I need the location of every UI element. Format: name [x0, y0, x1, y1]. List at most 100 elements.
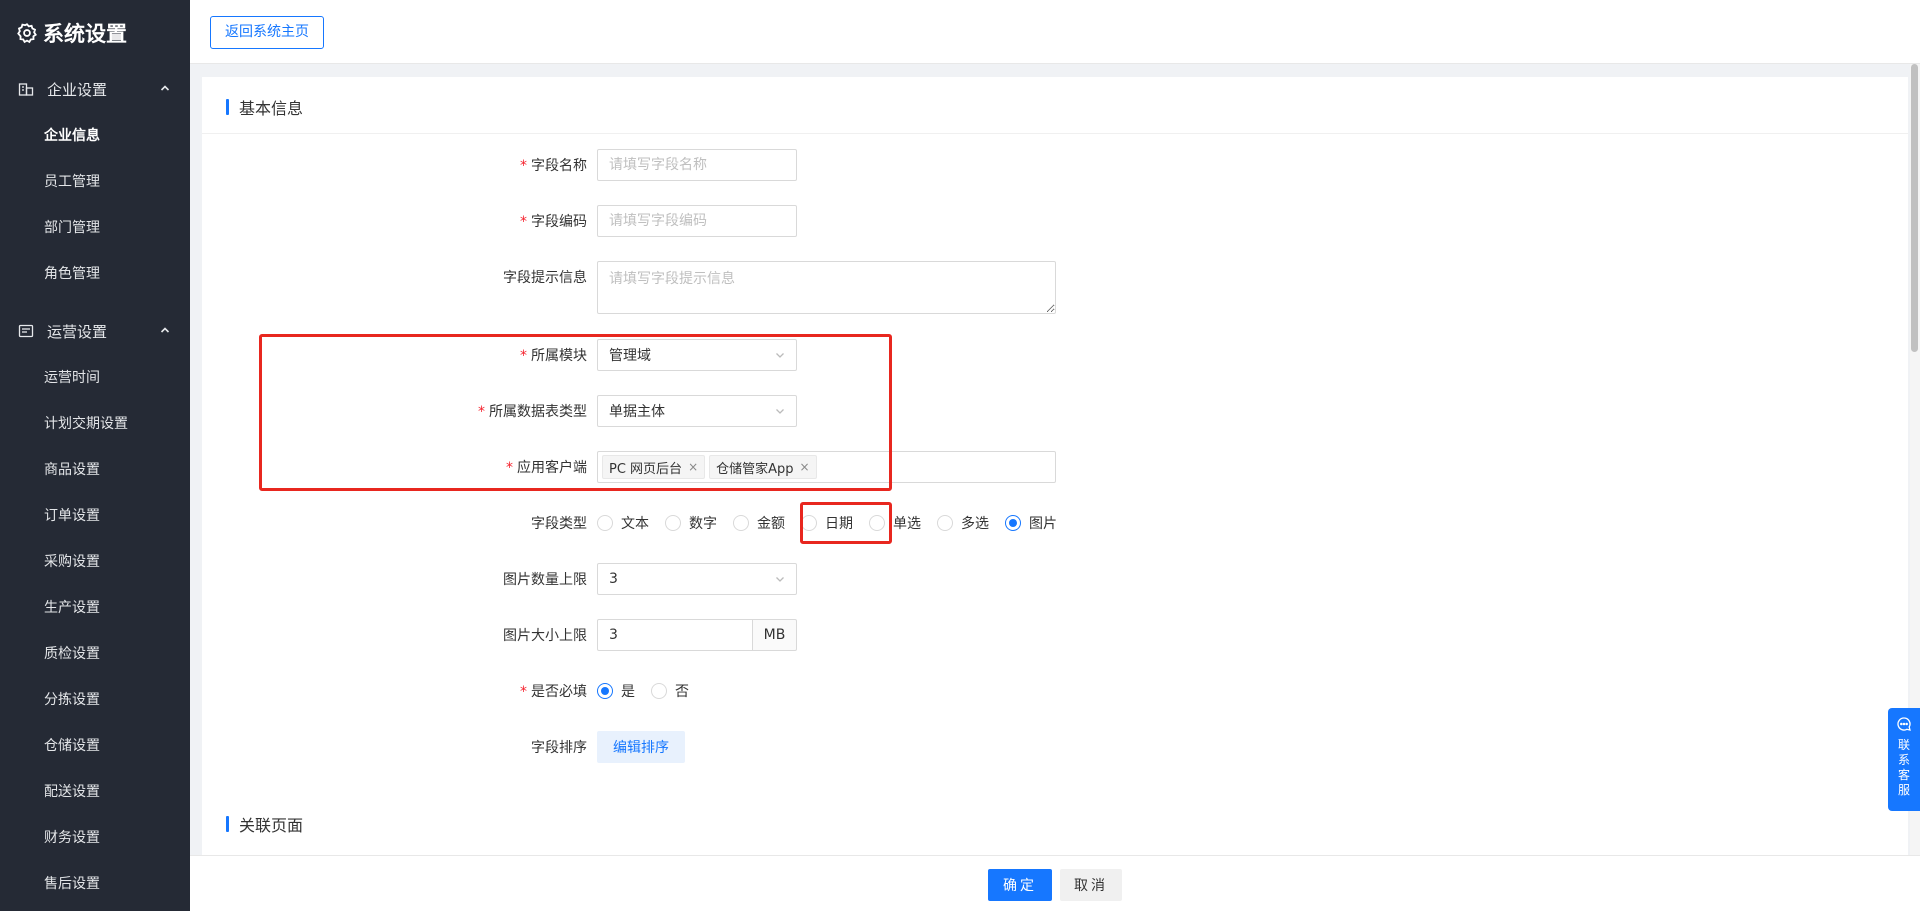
radio-dot: [869, 515, 885, 531]
field-type-label: 字段类型: [531, 516, 587, 532]
label-text: 是否必填: [531, 684, 587, 700]
sidebar-item-distribution[interactable]: 配送设置: [0, 768, 190, 814]
sidebar-item-storage[interactable]: 仓储设置: [0, 722, 190, 768]
radio-label: 文本: [621, 516, 649, 532]
section-title-related: 关联页面: [226, 814, 304, 835]
radio-dot: [733, 515, 749, 531]
radio-dot: [597, 515, 613, 531]
radio-label: 图片: [1029, 516, 1057, 532]
form-row-table-type: * 所属数据表类型 单据主体: [202, 395, 1102, 427]
section-title-text: 基本信息: [239, 99, 304, 118]
required-mark: *: [506, 460, 513, 476]
module-label: * 所属模块: [202, 345, 597, 365]
sidebar-group-operation[interactable]: 运营设置: [0, 308, 190, 354]
sidebar-item-after-sales[interactable]: 售后设置: [0, 860, 190, 906]
required-mark: *: [520, 684, 527, 700]
sidebar-group-label: 企业设置: [47, 80, 108, 99]
clients-label: * 应用客户端: [202, 457, 597, 477]
form-row-clients: * 应用客户端 PC 网页后台 × 仓储管家App ×: [202, 451, 1102, 483]
image-count-select[interactable]: 3: [597, 563, 797, 595]
field-name-input[interactable]: [597, 149, 797, 181]
field-code-input[interactable]: [597, 205, 797, 237]
cancel-button[interactable]: 取消: [1060, 869, 1122, 901]
sidebar-item-quality[interactable]: 质检设置: [0, 630, 190, 676]
module-select[interactable]: 管理域: [597, 339, 797, 371]
image-size-input[interactable]: [597, 619, 753, 651]
top-bar: 返回系统主页: [190, 0, 1920, 64]
radio-field-type-multi[interactable]: 多选: [937, 513, 989, 533]
edit-sort-button[interactable]: 编辑排序: [597, 731, 685, 763]
image-size-unit: MB: [753, 619, 797, 651]
radio-required-yes[interactable]: 是: [597, 681, 635, 701]
sidebar-item-product[interactable]: 商品设置: [0, 446, 190, 492]
sidebar-item-enterprise-info[interactable]: 企业信息: [0, 112, 190, 158]
sidebar-item-staff[interactable]: 员工管理: [0, 158, 190, 204]
sort-label: 字段排序: [531, 740, 587, 756]
field-name-label: * 字段名称: [202, 155, 597, 175]
radio-field-type-amount[interactable]: 金额: [733, 513, 785, 533]
chevron-up-icon: [160, 327, 170, 333]
required-mark: *: [520, 158, 527, 174]
image-count-value: 3: [609, 571, 618, 587]
sidebar-item-delivery-plan[interactable]: 计划交期设置: [0, 400, 190, 446]
sidebar-item-department[interactable]: 部门管理: [0, 204, 190, 250]
section-accent-bar: [226, 816, 229, 832]
required-label: * 是否必填: [202, 681, 597, 701]
radio-dot: [665, 515, 681, 531]
field-hint-label: 字段提示信息: [503, 270, 587, 286]
image-count-label: 图片数量上限: [503, 572, 587, 588]
chevron-down-icon: [776, 353, 784, 358]
customer-service-button[interactable]: 联系客服: [1888, 708, 1920, 811]
radio-field-type-image[interactable]: 图片: [1005, 513, 1057, 533]
radio-label: 多选: [961, 516, 989, 532]
field-hint-textarea[interactable]: [597, 261, 1056, 314]
radio-required-no[interactable]: 否: [651, 681, 689, 701]
required-mark: *: [520, 348, 527, 364]
radio-field-type-date[interactable]: 日期: [801, 513, 853, 533]
sidebar-item-purchase[interactable]: 采购设置: [0, 538, 190, 584]
radio-field-type-single[interactable]: 单选: [869, 513, 921, 533]
sidebar-item-production[interactable]: 生产设置: [0, 584, 190, 630]
form-row-image-size: 图片大小上限 MB: [202, 619, 1102, 651]
sidebar-item-role[interactable]: 角色管理: [0, 250, 190, 296]
customer-service-label: 联系客服: [1898, 738, 1911, 797]
sidebar-group-enterprise[interactable]: 企业设置: [0, 66, 190, 112]
sidebar-item-finance[interactable]: 财务设置: [0, 814, 190, 860]
radio-dot: [937, 515, 953, 531]
client-tag: PC 网页后台 ×: [602, 455, 706, 479]
radio-label: 是: [621, 684, 635, 700]
table-type-select[interactable]: 单据主体: [597, 395, 797, 427]
label-text: 应用客户端: [517, 460, 587, 476]
client-tag: 仓储管家App ×: [709, 455, 817, 479]
building-icon: [18, 83, 34, 96]
radio-dot-selected: [1005, 515, 1021, 531]
sidebar-item-operating-hours[interactable]: 运营时间: [0, 354, 190, 400]
radio-label: 单选: [893, 516, 921, 532]
radio-field-type-text[interactable]: 文本: [597, 513, 649, 533]
module-select-value: 管理域: [609, 348, 651, 364]
client-tag-label: PC 网页后台: [609, 461, 683, 477]
field-type-radio-group: 文本 数字 金额 日期 单选 多选 图片: [597, 513, 1073, 533]
sidebar-brand: 系统设置: [0, 0, 190, 66]
tag-close-icon[interactable]: ×: [688, 460, 698, 474]
required-mark: *: [520, 214, 527, 230]
section-divider: [202, 133, 1908, 134]
radio-label: 否: [675, 684, 689, 700]
back-to-home-button[interactable]: 返回系统主页: [210, 16, 324, 49]
field-code-label: * 字段编码: [202, 211, 597, 231]
table-type-select-value: 单据主体: [609, 404, 665, 420]
radio-field-type-number[interactable]: 数字: [665, 513, 717, 533]
label-text: 所属模块: [531, 348, 587, 364]
sidebar-item-order[interactable]: 订单设置: [0, 492, 190, 538]
sidebar-item-sorting[interactable]: 分拣设置: [0, 676, 190, 722]
chevron-down-icon: [776, 577, 784, 582]
confirm-button[interactable]: 确定: [988, 869, 1052, 901]
clients-multi-select[interactable]: PC 网页后台 × 仓储管家App ×: [597, 451, 1056, 483]
chevron-down-icon: [776, 409, 784, 414]
chat-icon: [1897, 717, 1911, 731]
section-title-basic: 基本信息: [226, 97, 304, 118]
section-title-text: 关联页面: [239, 816, 304, 835]
footer-bar: 确定 取消: [190, 855, 1920, 911]
tag-close-icon[interactable]: ×: [800, 460, 810, 474]
scrollbar-thumb[interactable]: [1911, 64, 1918, 352]
